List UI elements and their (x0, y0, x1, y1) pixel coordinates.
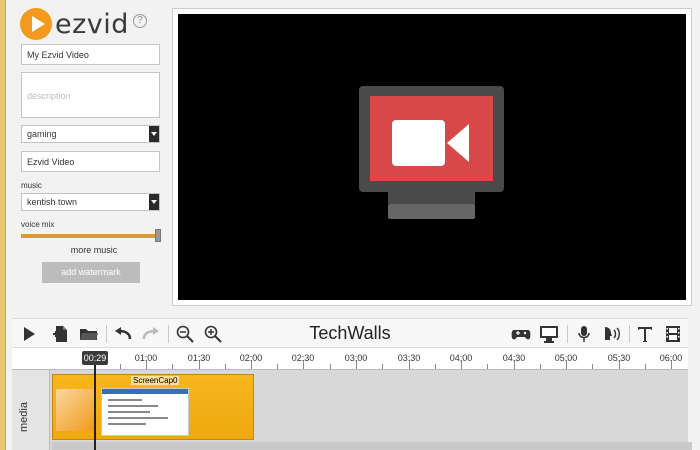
time-ruler[interactable]: 01:00 01:30 02:00 02:30 03:00 03:30 04:0… (12, 348, 688, 370)
ruler-tick (540, 364, 541, 369)
ruler-label: 03:30 (397, 353, 421, 363)
film-icon[interactable] (662, 324, 684, 344)
ruler-label: 05:00 (554, 353, 578, 363)
video-camera-icon (359, 86, 504, 219)
monitor-icon[interactable] (538, 324, 560, 344)
chevron-down-icon[interactable] (149, 194, 159, 210)
category-value: gaming (27, 129, 57, 139)
clip-thumbnail (101, 388, 189, 436)
ruler-tick (382, 364, 383, 369)
thumbnail-line (108, 405, 158, 407)
music-select[interactable]: kentish town (21, 193, 160, 211)
ruler-label: 02:00 (239, 353, 263, 363)
toolbar-separator (629, 325, 630, 343)
music-label: music (21, 181, 42, 190)
second-track[interactable] (52, 442, 692, 450)
ruler-label: 01:00 (134, 353, 158, 363)
toolbar-separator (567, 325, 568, 343)
window-edge (0, 0, 6, 450)
speech-icon[interactable] (601, 324, 623, 344)
music-value: kentish town (27, 197, 78, 207)
title-field[interactable]: My Ezvid Video (21, 44, 160, 65)
gamepad-icon[interactable] (510, 324, 532, 344)
ruler-label: 05:30 (607, 353, 631, 363)
media-track-header: media (12, 370, 50, 450)
credit-field[interactable]: Ezvid Video (21, 151, 160, 172)
ruler-label: 01:30 (187, 353, 211, 363)
ruler-tick (225, 364, 226, 369)
clip-title: ScreenCap0 (131, 376, 180, 385)
thumbnail-titlebar (102, 389, 188, 394)
media-track-label: media (18, 402, 30, 432)
ruler-tick (592, 364, 593, 369)
ruler-label: 06:00 (659, 353, 683, 363)
voice-mix-slider[interactable] (21, 234, 161, 238)
add-watermark-button[interactable]: add watermark (42, 262, 140, 283)
play-logo-icon (20, 8, 52, 40)
ruler-label: 02:30 (291, 353, 315, 363)
ruler-tick (330, 364, 331, 369)
description-field[interactable]: description (21, 72, 160, 118)
text-icon[interactable] (634, 324, 656, 344)
logo-text: ezvid (55, 8, 129, 40)
voice-mix-slider-handle[interactable] (155, 229, 161, 242)
microphone-icon[interactable] (573, 324, 595, 344)
app-logo: ezvid (20, 7, 129, 41)
chevron-down-icon[interactable] (149, 126, 159, 142)
ruler-tick (277, 364, 278, 369)
ruler-label: 04:00 (449, 353, 473, 363)
ruler-tick (120, 364, 121, 369)
more-music-link[interactable]: more music (12, 245, 176, 255)
ruler-tick (172, 364, 173, 369)
thumbnail-line (108, 417, 168, 419)
clip-thumbnail-left (56, 389, 94, 431)
playhead-line[interactable] (94, 365, 96, 450)
ruler-label: 04:30 (502, 353, 526, 363)
thumbnail-line (108, 399, 142, 401)
sidebar: ezvid ? My Ezvid Video description gamin… (12, 0, 168, 312)
category-select[interactable]: gaming (21, 125, 160, 143)
video-preview[interactable] (178, 14, 686, 300)
ruler-tick (487, 364, 488, 369)
playhead-time[interactable]: 00:29 (82, 351, 108, 365)
help-icon[interactable]: ? (133, 14, 147, 28)
ruler-tick (435, 364, 436, 369)
toolbar: TechWalls (12, 318, 688, 348)
voice-mix-label: voice mix (21, 220, 55, 229)
media-clip[interactable]: ScreenCap0 (52, 374, 254, 440)
ruler-tick (645, 364, 646, 369)
ruler-label: 03:00 (344, 353, 368, 363)
timeline[interactable]: 01:00 01:30 02:00 02:30 03:00 03:30 04:0… (12, 348, 692, 450)
thumbnail-line (108, 423, 146, 425)
thumbnail-line (108, 411, 150, 413)
